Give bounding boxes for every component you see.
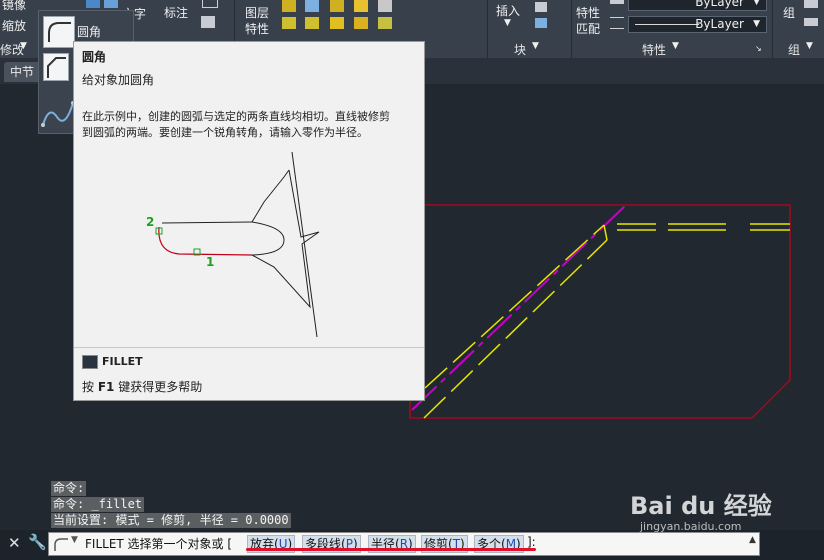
tooltip-desc-line1: 在此示例中，创建的圆弧与选定的两条直线均相切。直线被修剪 — [82, 110, 390, 123]
layer-tool-icon-2[interactable] — [305, 0, 319, 12]
modify-panel-arrow-icon[interactable]: ▼ — [20, 41, 27, 51]
tooltip-command-name: FILLET — [102, 355, 143, 368]
group-icon-1[interactable] — [804, 0, 818, 8]
magenta-centerline — [411, 204, 627, 411]
properties-panel-arrow-icon[interactable]: ▼ — [672, 41, 679, 51]
scale-button[interactable]: 缩放 — [2, 17, 26, 34]
layer-tool-icon-7[interactable] — [305, 17, 319, 29]
linetype-select[interactable]: ByLayer ▼ — [628, 16, 767, 33]
fillet-command-icon — [54, 538, 68, 551]
command-history: 命令: 命令: _fillet 当前设置: 模式 = 修剪, 半径 = 0.00… — [51, 481, 311, 529]
layer-tool-icon-5[interactable] — [378, 0, 392, 12]
fillet-icon — [48, 22, 71, 42]
layer-tool-icon-3[interactable] — [330, 0, 344, 12]
tooltip-help-key: F1 — [97, 380, 115, 394]
layer-tool-icon-8[interactable] — [330, 17, 344, 29]
group-panel-arrow-icon[interactable]: ▼ — [806, 41, 813, 51]
group-icon-2[interactable] — [804, 18, 818, 26]
layer-props-line1[interactable]: 图层 — [245, 4, 269, 21]
watermark-url: jingyan.baidu.com — [640, 520, 742, 533]
tooltip-help-prefix: 按 — [82, 380, 98, 394]
close-icon[interactable]: ✕ — [8, 534, 21, 552]
file-tab-active[interactable]: 中节 — [4, 62, 40, 82]
linetype-icon[interactable] — [610, 17, 624, 29]
block-edit-icon[interactable] — [535, 18, 547, 28]
group-panel-title[interactable]: 组 — [788, 41, 800, 58]
tooltip-title: 圆角 — [82, 50, 107, 64]
layer-tool-icon-10[interactable] — [378, 17, 392, 29]
fillet-gallery-button[interactable] — [43, 16, 75, 48]
tooltip-desc-line2: 到圆弧的两端。要创建一个锐角转角，请输入零作为半径。 — [82, 126, 368, 139]
linetype-value: ByLayer — [695, 17, 744, 31]
chevron-down-icon: ▼ — [753, 19, 760, 29]
layer-tool-icon-6[interactable] — [282, 17, 296, 29]
block-panel-title[interactable]: 块 — [514, 41, 526, 58]
modify-icon-a[interactable] — [86, 0, 100, 8]
recent-commands-chevron-icon[interactable]: ▼ — [71, 535, 78, 545]
tooltip-marker-2: 2 — [146, 215, 155, 229]
highlight-underline — [246, 548, 536, 551]
history-line: 命令: — [51, 481, 87, 496]
chevron-down-icon: ▼ — [753, 0, 760, 7]
group-button[interactable]: 组 — [783, 4, 795, 21]
history-line: 命令: _fillet — [51, 497, 145, 512]
watermark-brand: Bai du 经验 — [630, 492, 772, 520]
chamfer-gallery-button[interactable] — [43, 53, 69, 81]
match-props-line2[interactable]: 匹配 — [576, 20, 600, 37]
tooltip-subtitle: 给对象加圆角 — [82, 73, 155, 87]
block-create-icon[interactable] — [535, 2, 547, 12]
fillet-example-illustration — [155, 151, 320, 338]
command-icon — [82, 355, 98, 369]
match-props-line1[interactable]: 特性 — [576, 4, 600, 21]
lineweight-icon[interactable] — [610, 0, 624, 4]
properties-panel-title[interactable]: 特性 — [642, 41, 666, 58]
block-panel-arrow-icon[interactable]: ▼ — [532, 41, 539, 51]
yellow-line-upper — [424, 224, 605, 389]
insert-button[interactable]: 插入 — [496, 2, 520, 19]
blend-curves-icon[interactable] — [41, 99, 75, 129]
grid-icon[interactable] — [201, 16, 215, 28]
layer-props-line2[interactable]: 特性 — [245, 20, 269, 37]
yellow-line-lower — [423, 239, 608, 419]
command-prompt: FILLET 选择第一个对象或 [ — [85, 537, 233, 551]
tooltip-marker-1: 1 — [206, 255, 215, 269]
properties-launcher-icon[interactable]: ↘ — [755, 44, 762, 53]
red-polyline — [409, 204, 791, 419]
wrench-icon[interactable]: 🔧 — [28, 533, 47, 551]
lineweight-select[interactable]: ByLayer ▼ — [628, 0, 767, 11]
tooltip-help-suffix: 键获得更多帮助 — [114, 380, 203, 394]
baidu-watermark: Bai du 经验 jingyan.baidu.com — [630, 486, 800, 538]
fillet-tooltip: 圆角 给对象加圆角 在此示例中，创建的圆弧与选定的两条直线均相切。直线被修剪 到… — [73, 41, 425, 401]
layer-tool-icon-4[interactable] — [354, 0, 368, 12]
layer-tool-icon-1[interactable] — [282, 0, 296, 12]
yellow-corner — [603, 224, 608, 241]
layer-tool-icon-9[interactable] — [354, 17, 368, 29]
table-icon[interactable] — [202, 0, 218, 8]
modify-icon-b[interactable] — [104, 0, 118, 8]
history-line: 当前设置: 模式 = 修剪, 半径 = 0.0000 — [51, 513, 291, 528]
chamfer-icon — [47, 57, 66, 78]
mirror-button[interactable]: 镜像 — [2, 0, 26, 13]
insert-dropdown-icon[interactable]: ▼ — [504, 18, 511, 28]
command-suffix: ]: — [527, 535, 536, 549]
lineweight-value: ByLayer — [695, 0, 744, 9]
fillet-gallery-label[interactable]: 圆角 — [77, 23, 101, 40]
tooltip-help: 按 F1 键获得更多帮助 — [82, 378, 202, 395]
dimension-button[interactable]: 标注 — [164, 4, 188, 21]
